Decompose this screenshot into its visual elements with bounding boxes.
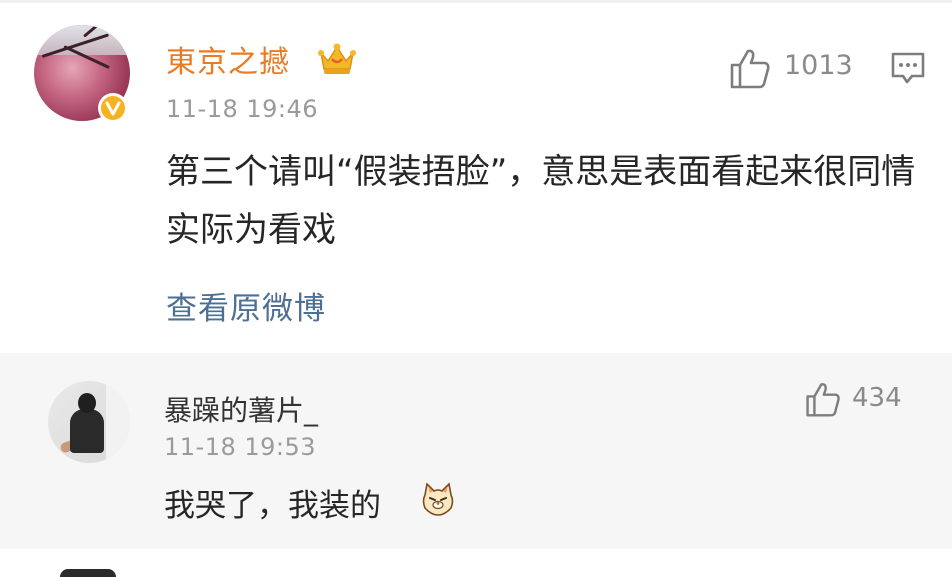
reply-like-count: 434 [852, 383, 902, 413]
main-comment: 東京之撼 11-18 19:46 1013 第三个请叫“假装捂脸”，意思是表面看… [0, 3, 952, 353]
verified-badge-icon [98, 93, 128, 123]
timestamp: 11-18 19:46 [166, 95, 319, 123]
username[interactable]: 東京之撼 [166, 37, 290, 81]
like-count: 1013 [784, 50, 853, 81]
view-original-link[interactable]: 查看原微博 [166, 283, 326, 328]
comment-icon[interactable] [890, 50, 926, 86]
cat-face-emoji-icon [422, 482, 454, 516]
reply-comment: 暴躁的薯片_ 11-18 19:53 434 我哭了，我装的 [0, 353, 952, 577]
reply-username[interactable]: 暴躁的薯片_ [164, 389, 318, 429]
reply-text: 我哭了，我装的 [164, 488, 381, 524]
thumbs-up-icon[interactable] [804, 381, 842, 417]
reply-avatar[interactable] [48, 381, 130, 463]
next-comment-avatar[interactable] [60, 569, 116, 577]
crown-icon [318, 43, 356, 74]
comment-text: 第三个请叫“假装捂脸”，意思是表面看起来很同情实际为看戏 [166, 152, 916, 250]
next-comment-divider [0, 549, 952, 573]
thumbs-up-icon[interactable] [728, 47, 772, 89]
reply-timestamp: 11-18 19:53 [164, 433, 317, 461]
